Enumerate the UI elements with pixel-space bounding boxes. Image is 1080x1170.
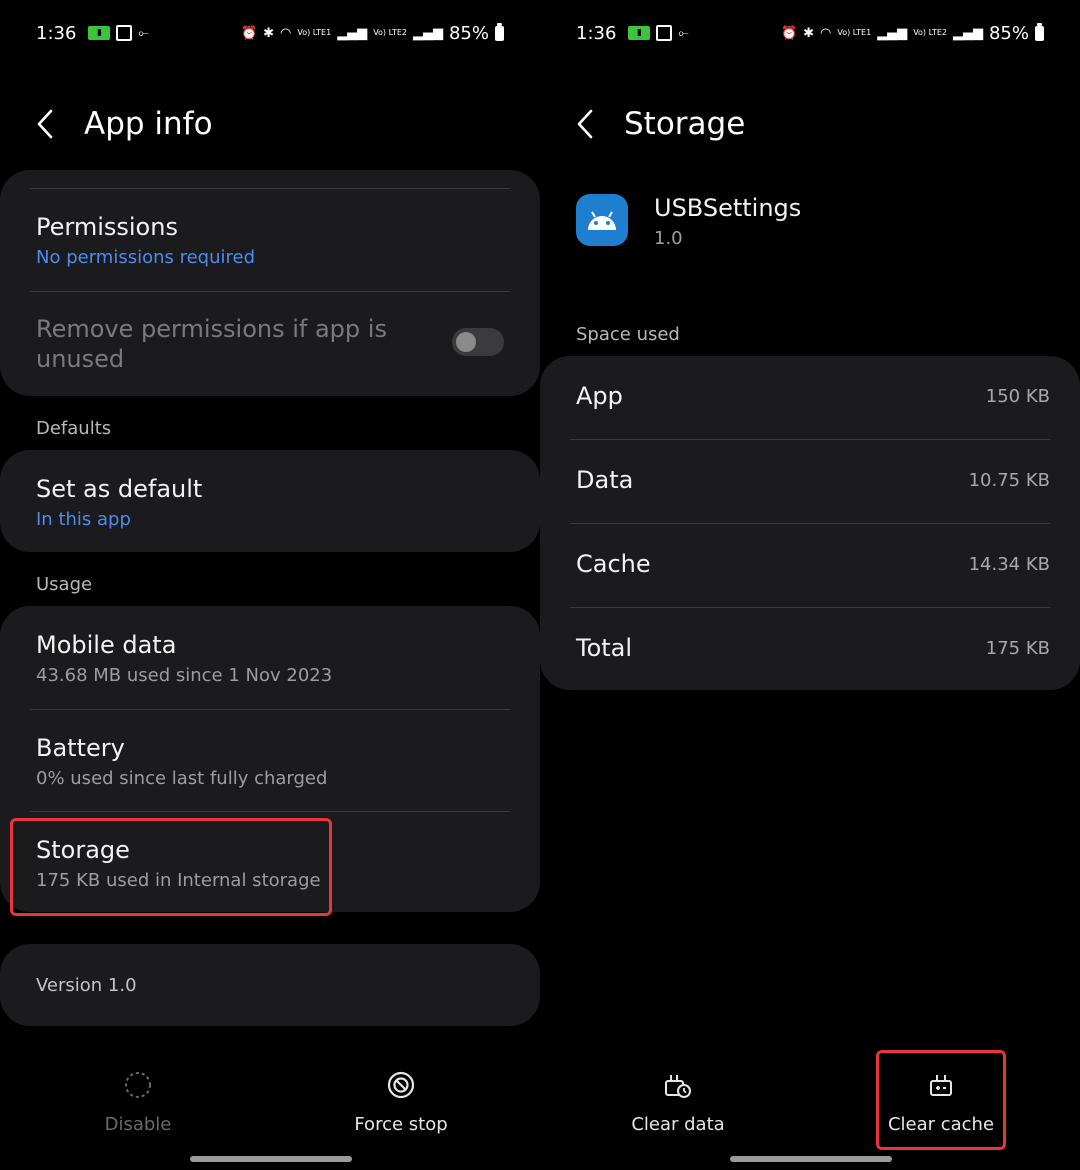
gallery-notification-icon (116, 25, 133, 41)
space-used-label: Space used (576, 324, 680, 345)
app-version: 1.0 (654, 228, 683, 249)
notification-app-icon: ▮ (88, 26, 111, 40)
storage-row-value: 10.75 KB (968, 469, 1050, 491)
divider (30, 709, 510, 710)
set-as-default-item[interactable]: Set as default In this app (36, 474, 510, 532)
back-arrow-icon (577, 109, 593, 139)
defaults-card: Set as default In this app (0, 450, 540, 552)
status-time: 1:36 (36, 22, 77, 44)
back-arrow-icon (37, 109, 53, 139)
permissions-card: Permissions No permissions required Remo… (0, 170, 540, 396)
divider (30, 811, 510, 812)
home-indicator[interactable] (730, 1156, 892, 1162)
defaults-section-label: Defaults (36, 418, 112, 439)
alarm-icon: ⏰ (780, 25, 798, 41)
space-used-card: App 150 KB Data 10.75 KB Cache 14.34 KB … (540, 356, 1080, 690)
usb-notification-icon: ⟜ (138, 25, 149, 41)
android-app-icon (576, 194, 628, 246)
mobile-data-item[interactable]: Mobile data 43.68 MB used since 1 Nov 20… (36, 630, 510, 688)
page-title: App info (84, 106, 213, 142)
storage-row-key: Cache (576, 550, 651, 578)
storage-header: Storage (570, 96, 745, 152)
storage-row-key: Data (576, 466, 634, 494)
bluetooth-icon: ✱ (263, 25, 275, 41)
set-as-default-subtitle: In this app (36, 509, 131, 530)
app-name: USBSettings (654, 194, 802, 222)
storage-highlight-box (10, 818, 332, 916)
clear-data-button[interactable]: Clear data (578, 1070, 778, 1135)
divider (570, 523, 1050, 524)
signal-sim1-icon: ▂▄▆ (337, 25, 368, 41)
app-info-header: App info (30, 96, 213, 152)
wifi-icon: ◠ (820, 25, 832, 41)
signal-sim2-icon: ▂▄▆ (952, 25, 983, 41)
divider (570, 439, 1050, 440)
network-sim1-icon: Vo) LTE1 (297, 28, 332, 37)
storage-row-total: Total 175 KB (576, 633, 1050, 663)
version-card: Version 1.0 (0, 944, 540, 1026)
divider (30, 188, 510, 189)
network-sim1-icon: Vo) LTE1 (837, 28, 872, 37)
remove-permissions-item[interactable]: Remove permissions if app is unused (36, 314, 430, 374)
signal-sim2-icon: ▂▄▆ (412, 25, 443, 41)
storage-row-key: App (576, 382, 623, 410)
permissions-item[interactable]: Permissions No permissions required (36, 212, 510, 270)
disable-label: Disable (104, 1114, 172, 1135)
force-stop-label: Force stop (354, 1114, 448, 1135)
divider (30, 291, 510, 292)
app-info-screen: 1:36 ▮ ⟜ ⏰ ✱ ◠ Vo) LTE1 ▂▄▆ Vo) LTE2 ▂▄▆… (0, 0, 540, 1170)
version-text: Version 1.0 (36, 975, 137, 996)
clear-data-label: Clear data (631, 1114, 725, 1135)
permissions-subtitle: No permissions required (36, 247, 256, 268)
page-title: Storage (624, 106, 746, 142)
set-as-default-title: Set as default (36, 475, 203, 503)
storage-row-app: App 150 KB (576, 381, 1050, 411)
battery-title: Battery (36, 734, 125, 762)
storage-screen: 1:36 ▮ ⟜ ⏰ ✱ ◠ Vo) LTE1 ▂▄▆ Vo) LTE2 ▂▄▆… (540, 0, 1080, 1170)
status-time: 1:36 (576, 22, 617, 44)
usb-notification-icon: ⟜ (678, 25, 689, 41)
clear-data-icon (663, 1070, 693, 1100)
bluetooth-icon: ✱ (803, 25, 815, 41)
storage-row-value: 14.34 KB (968, 553, 1050, 575)
permissions-title: Permissions (36, 213, 178, 241)
gallery-notification-icon (656, 25, 673, 41)
divider (570, 607, 1050, 608)
battery-item[interactable]: Battery 0% used since last fully charged (36, 733, 510, 791)
mobile-data-subtitle: 43.68 MB used since 1 Nov 2023 (36, 665, 333, 686)
usage-section-label: Usage (36, 574, 93, 595)
wifi-icon: ◠ (280, 25, 292, 41)
storage-row-data: Data 10.75 KB (576, 465, 1050, 495)
status-bar: 1:36 ▮ ⟜ ⏰ ✱ ◠ Vo) LTE1 ▂▄▆ Vo) LTE2 ▂▄▆… (576, 18, 1044, 48)
network-sim2-icon: Vo) LTE2 (373, 28, 407, 37)
disable-button[interactable]: Disable (38, 1070, 238, 1135)
home-indicator[interactable] (190, 1156, 352, 1162)
force-stop-icon (386, 1070, 416, 1100)
storage-row-key: Total (576, 634, 633, 662)
remove-permissions-label: Remove permissions if app is unused (36, 315, 387, 373)
disable-icon (123, 1070, 153, 1100)
battery-icon (1035, 22, 1044, 41)
storage-row-cache: Cache 14.34 KB (576, 549, 1050, 579)
status-bar: 1:36 ▮ ⟜ ⏰ ✱ ◠ Vo) LTE1 ▂▄▆ Vo) LTE2 ▂▄▆… (36, 18, 504, 48)
notification-app-icon: ▮ (628, 26, 651, 40)
storage-row-value: 175 KB (985, 637, 1050, 659)
network-sim2-icon: Vo) LTE2 (913, 28, 947, 37)
mobile-data-title: Mobile data (36, 631, 177, 659)
battery-subtitle: 0% used since last fully charged (36, 768, 328, 789)
storage-row-value: 150 KB (985, 385, 1050, 407)
battery-percent: 85% (448, 22, 489, 44)
clear-cache-highlight-box (876, 1050, 1006, 1150)
back-button[interactable] (570, 104, 600, 144)
force-stop-button[interactable]: Force stop (301, 1070, 501, 1135)
remove-permissions-toggle[interactable] (452, 328, 504, 356)
battery-icon (495, 22, 504, 41)
battery-percent: 85% (988, 22, 1029, 44)
alarm-icon: ⏰ (240, 25, 258, 41)
back-button[interactable] (30, 104, 60, 144)
signal-sim1-icon: ▂▄▆ (877, 25, 908, 41)
